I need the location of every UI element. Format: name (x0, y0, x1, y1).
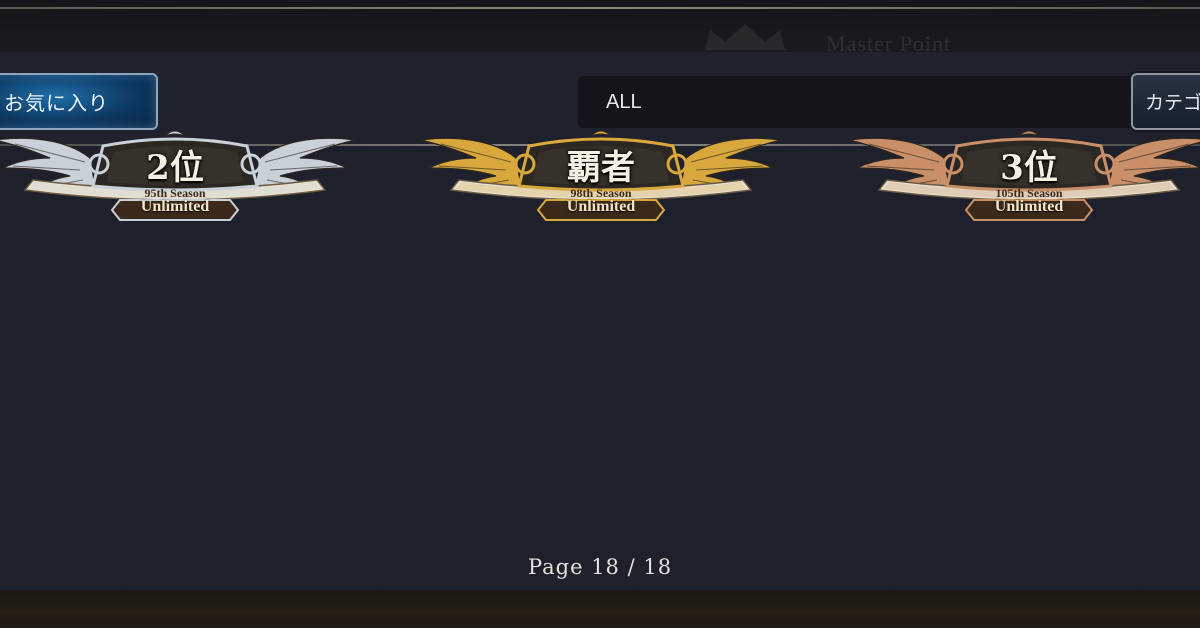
emblem-gold-champion[interactable]: 覇者 98th Season Unlimited (421, 128, 781, 228)
favorites-button[interactable]: お気に入り (0, 73, 158, 130)
emblem-rank: 覇者 (567, 148, 635, 188)
top-background: Master Point (0, 0, 1200, 56)
top-divider (0, 7, 1200, 9)
emblem-format: Unlimited (566, 198, 636, 215)
emblem-bronze-3rd[interactable]: 3位 105th Season Unlimited (849, 128, 1200, 228)
filter-dropdown[interactable]: ALL (578, 76, 1178, 128)
crown-icon (705, 24, 785, 50)
emblem-format: Unlimited (994, 198, 1064, 215)
emblem-rank: 2位 (146, 148, 204, 188)
page-indicator: Page 18 / 18 (527, 555, 673, 579)
emblem-format: Unlimited (140, 198, 210, 215)
emblem-silver-2nd[interactable]: 2位 95th Season Unlimited (0, 128, 355, 228)
emblem-rank: 3位 (1000, 148, 1058, 188)
category-button[interactable]: カテゴリ (1131, 73, 1200, 130)
bottom-background (0, 590, 1200, 628)
